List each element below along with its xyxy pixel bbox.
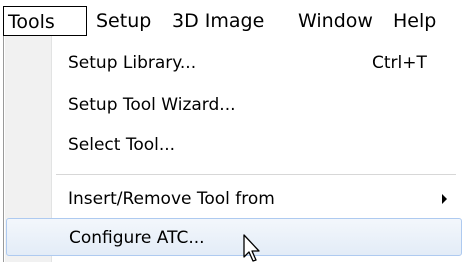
menu-item-setup-tool-wizard[interactable]: Setup Tool Wizard... [6,86,462,124]
mouse-pointer-icon [243,234,260,262]
menu-tools[interactable]: Tools [3,6,87,36]
menu-separator [56,174,456,176]
menu-item-label: Configure ATC... [69,228,205,248]
menu-item-label: Setup Library... [68,53,197,73]
menu-item-label: Insert/Remove Tool from [68,189,275,209]
menu-setup[interactable]: Setup [96,6,151,36]
chevron-right-icon [442,194,447,204]
menu-item-select-tool[interactable]: Select Tool... [6,126,462,164]
menu-help[interactable]: Help [393,6,436,36]
menu-bar: Tools Setup 3D Image Window Help [0,0,463,40]
menu-item-label: Select Tool... [68,135,176,155]
menu-item-shortcut: Ctrl+T [372,53,427,73]
menu-3d-image[interactable]: 3D Image [172,6,264,36]
menu-window[interactable]: Window [298,6,373,36]
tools-dropdown-menu: Setup Library... Ctrl+T Setup Tool Wizar… [3,36,463,262]
menu-item-insert-remove-tool[interactable]: Insert/Remove Tool from [6,180,462,218]
menu-item-label: Setup Tool Wizard... [68,95,236,115]
menu-item-configure-atc[interactable]: Configure ATC... [6,218,462,256]
menu-item-setup-library[interactable]: Setup Library... Ctrl+T [6,44,462,82]
